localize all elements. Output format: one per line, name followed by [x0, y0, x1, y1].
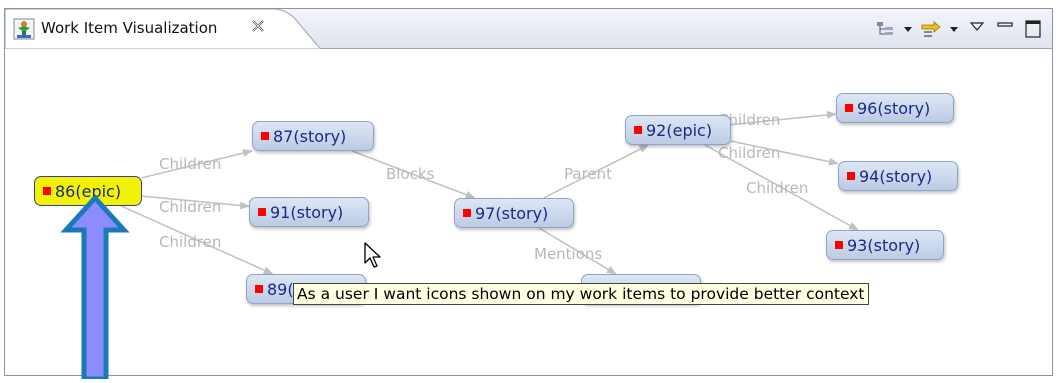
tab-title: Work Item Visualization — [41, 19, 218, 37]
work-item-label: 91(story) — [270, 202, 344, 222]
view-toolbar — [874, 17, 1044, 41]
graph-canvas[interactable]: Children Children Children Blocks Parent Ment… — [6, 50, 1051, 370]
work-item-node-91[interactable]: 91(story) — [249, 197, 369, 227]
work-item-marker-icon — [255, 285, 263, 293]
maximize-icon[interactable] — [1022, 18, 1044, 40]
edge-label: Blocks — [386, 165, 435, 183]
work-item-visualization-view: Work Item Visualization Children Childre… — [4, 8, 1053, 376]
work-item-label: 94(story) — [859, 166, 933, 186]
work-item-marker-icon — [463, 209, 471, 217]
work-item-marker-icon — [43, 187, 51, 195]
work-item-node-97[interactable]: 97(story) — [454, 198, 574, 228]
work-item-node-92[interactable]: 92(epic) — [625, 115, 731, 145]
visualization-view-icon — [13, 18, 35, 40]
edge-label: Children — [746, 179, 809, 197]
work-item-marker-icon — [845, 104, 853, 112]
work-item-node-94[interactable]: 94(story) — [838, 161, 958, 191]
work-item-node-96[interactable]: 96(story) — [836, 93, 954, 123]
view-menu-icon[interactable] — [966, 18, 988, 40]
work-item-node-87[interactable]: 87(story) — [252, 121, 374, 151]
dropdown-arrow-icon[interactable] — [902, 18, 914, 40]
work-item-marker-icon — [634, 126, 642, 134]
edge-label: Children — [159, 155, 222, 173]
work-item-label: 87(story) — [273, 126, 347, 146]
filter-arrows-icon[interactable] — [920, 18, 942, 40]
edge-label: Children — [718, 144, 781, 162]
work-item-label: 96(story) — [857, 98, 931, 118]
work-item-marker-icon — [847, 172, 855, 180]
work-item-label: 92(epic) — [646, 120, 713, 140]
view-tab[interactable]: Work Item Visualization — [5, 9, 323, 49]
work-item-label: 93(story) — [847, 235, 921, 255]
work-item-node-93[interactable]: 93(story) — [826, 230, 944, 260]
work-item-marker-icon — [258, 208, 266, 216]
view-title-bar: Work Item Visualization — [5, 9, 1052, 49]
minimize-icon[interactable] — [994, 18, 1016, 40]
edge-label: Mentions — [534, 245, 603, 263]
close-tab-icon[interactable] — [249, 17, 267, 35]
layout-tree-icon[interactable] — [874, 18, 896, 40]
work-item-label: 97(story) — [475, 203, 549, 223]
edge-label: Children — [159, 198, 222, 216]
dropdown-arrow-icon[interactable] — [948, 18, 960, 40]
annotation-arrow-icon — [60, 194, 130, 383]
work-item-tooltip: As a user I want icons shown on my work … — [293, 283, 869, 305]
mouse-cursor-icon — [363, 241, 385, 275]
edge-label: Parent — [564, 165, 613, 183]
work-item-marker-icon — [835, 241, 843, 249]
work-item-marker-icon — [261, 132, 269, 140]
edge-label: Children — [159, 233, 222, 251]
